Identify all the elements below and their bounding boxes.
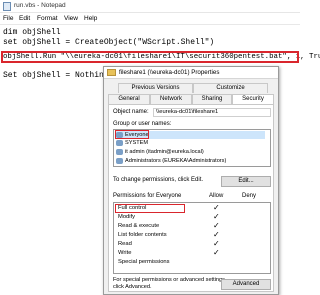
special-text-2: click Advanced. xyxy=(113,284,152,290)
group-item-label: it admin (itadmin@eureka.local) xyxy=(125,149,204,155)
permissions-list: Full control ✓ Modify ✓ Read & execute ✓ Li… xyxy=(113,202,271,274)
allow-check-icon: ✓ xyxy=(213,221,220,230)
perm-name: Write xyxy=(118,250,132,256)
tab-row-bottom: General Network Sharing Security xyxy=(108,94,274,104)
menu-file[interactable]: File xyxy=(3,15,13,22)
perm-name: Modify xyxy=(118,214,136,220)
perm-name: Read xyxy=(118,241,132,247)
special-text-1: For special permissions or advanced sett… xyxy=(113,277,227,283)
allow-check-icon: ✓ xyxy=(213,212,220,221)
perm-name: Read & execute xyxy=(118,223,160,229)
object-name-field: \\eureka-dc01\fileshare1 xyxy=(153,108,271,117)
group-label: Group or user names: xyxy=(113,121,172,127)
everyone-highlight xyxy=(115,130,149,139)
tab-previous-versions[interactable]: Previous Versions xyxy=(118,83,193,93)
tab-customize[interactable]: Customize xyxy=(193,83,268,93)
user-group-icon xyxy=(116,140,123,146)
allow-check-icon: ✓ xyxy=(213,248,220,257)
tab-general[interactable]: General xyxy=(108,94,150,104)
group-item-administrators[interactable]: Administrators (EUREKA\Administrators) xyxy=(115,157,265,165)
dialog-title: fileshare1 (\\eureka-dc01) Properties xyxy=(119,69,220,76)
code-line-2: set objShell = CreateObject("WScript.She… xyxy=(3,38,215,47)
dialog-title-bar: fileshare1 (\\eureka-dc01) Properties xyxy=(104,67,278,79)
perm-row-special: Special permissions xyxy=(114,258,270,267)
user-icon xyxy=(116,149,123,155)
menu-help[interactable]: Help xyxy=(84,15,97,22)
run-line-highlight xyxy=(1,51,299,63)
group-item-it-admin[interactable]: it admin (itadmin@eureka.local) xyxy=(115,148,265,156)
group-list[interactable]: Everyone SYSTEM it admin (itadmin@eureka… xyxy=(113,129,271,167)
notepad-app-icon xyxy=(3,2,11,11)
perm-row-list-folder: List folder contents ✓ xyxy=(114,231,270,240)
tab-network[interactable]: Network xyxy=(150,94,192,104)
allow-column-header: Allow xyxy=(209,193,224,199)
allow-check-icon: ✓ xyxy=(213,230,220,239)
menu-edit[interactable]: Edit xyxy=(19,15,30,22)
group-item-label: SYSTEM xyxy=(125,140,149,146)
menu-format[interactable]: Format xyxy=(37,15,58,22)
notepad-window-title: run.vbs - Notepad xyxy=(14,2,66,9)
code-line-1: dim objShell xyxy=(3,28,61,37)
tab-security[interactable]: Security xyxy=(232,94,274,104)
menu-view[interactable]: View xyxy=(64,15,78,22)
perm-name: Special permissions xyxy=(118,259,170,265)
allow-check-icon: ✓ xyxy=(213,239,220,248)
perm-row-read-execute: Read & execute ✓ xyxy=(114,222,270,231)
advanced-button[interactable]: Advanced xyxy=(221,279,271,290)
permissions-header: Permissions for Everyone Allow Deny xyxy=(113,193,271,201)
perm-row-read: Read ✓ xyxy=(114,240,270,249)
perm-name: List folder contents xyxy=(118,232,167,238)
group-item-label: Administrators (EUREKA\Administrators) xyxy=(125,158,227,164)
code-line-6: Set objShell = Nothing xyxy=(3,71,109,80)
group-item-system[interactable]: SYSTEM xyxy=(115,139,265,147)
change-permissions-text: To change permissions, click Edit. xyxy=(113,177,204,183)
permissions-label: Permissions for Everyone xyxy=(113,193,182,199)
full-control-highlight xyxy=(115,204,185,213)
properties-dialog: fileshare1 (\\eureka-dc01) Properties Pr… xyxy=(103,66,279,295)
notepad-title-bar: run.vbs - Notepad xyxy=(0,0,300,13)
perm-row-write: Write ✓ xyxy=(114,249,270,258)
notepad-menu-bar: File Edit Format View Help xyxy=(0,13,300,25)
deny-column-header: Deny xyxy=(242,193,257,199)
allow-check-icon: ✓ xyxy=(213,203,220,212)
perm-row-modify: Modify ✓ xyxy=(114,213,270,222)
folder-icon xyxy=(107,69,116,76)
tab-sharing[interactable]: Sharing xyxy=(192,94,232,104)
tab-row-top: Previous Versions Customize xyxy=(108,83,274,93)
object-name-label: Object name: xyxy=(113,109,149,115)
edit-button[interactable]: Edit... xyxy=(221,176,271,187)
security-panel: Object name: \\eureka-dc01\fileshare1 Gr… xyxy=(108,104,274,292)
user-group-icon xyxy=(116,158,123,164)
